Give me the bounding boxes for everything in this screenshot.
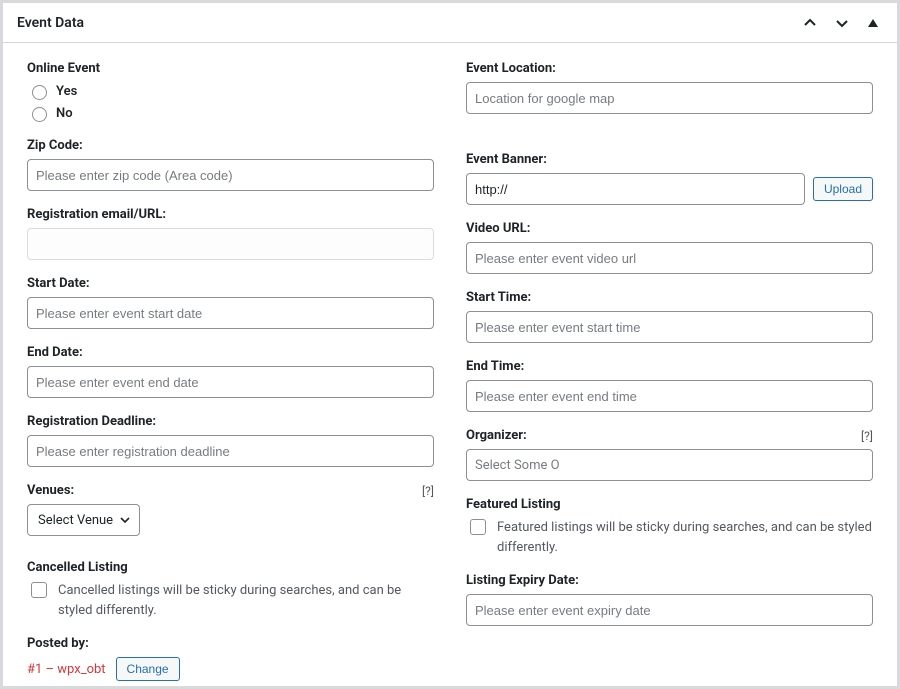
start-time-group: Start Time: bbox=[466, 290, 873, 343]
registration-input[interactable] bbox=[27, 228, 434, 260]
start-time-input[interactable] bbox=[466, 311, 873, 343]
right-column: Event Location: Event Banner: Upload Vid… bbox=[466, 61, 873, 687]
featured-checkbox[interactable] bbox=[470, 519, 486, 535]
chevron-down-icon bbox=[835, 16, 849, 30]
panel-title: Event Data bbox=[17, 15, 84, 31]
featured-label: Featured Listing bbox=[466, 497, 873, 512]
video-input[interactable] bbox=[466, 242, 873, 274]
online-no-row: No bbox=[27, 104, 434, 122]
panel-header-controls bbox=[799, 14, 883, 32]
featured-group: Featured Listing Featured listings will … bbox=[466, 497, 873, 557]
zip-group: Zip Code: bbox=[27, 138, 434, 191]
featured-text: Featured listings will be sticky during … bbox=[497, 518, 873, 557]
end-time-group: End Time: bbox=[466, 359, 873, 412]
location-group: Event Location: bbox=[466, 61, 873, 114]
posted-by-group: Posted by: #1 – wpx_obt Change bbox=[27, 636, 434, 681]
posted-by-value: #1 – wpx_obt bbox=[27, 662, 106, 677]
online-yes-radio[interactable] bbox=[32, 85, 47, 100]
online-no-radio[interactable] bbox=[32, 107, 47, 122]
organizer-group: Organizer: [?] Select Some O bbox=[466, 428, 873, 481]
organizer-select-value: Select Some O bbox=[475, 458, 560, 473]
venues-select-value: Select Venue bbox=[38, 513, 113, 528]
start-date-label: Start Date: bbox=[27, 276, 434, 291]
cancelled-text: Cancelled listings will be sticky during… bbox=[58, 581, 434, 620]
video-label: Video URL: bbox=[466, 221, 873, 236]
panel-header: Event Data bbox=[3, 3, 897, 43]
end-date-input[interactable] bbox=[27, 366, 434, 398]
venues-help[interactable]: [?] bbox=[422, 484, 434, 498]
chevron-down-icon bbox=[119, 514, 131, 526]
move-down-button[interactable] bbox=[831, 14, 853, 32]
zip-label: Zip Code: bbox=[27, 138, 434, 153]
event-data-panel: Event Data Online Event Yes bbox=[0, 0, 900, 689]
left-column: Online Event Yes No Zip Code: Registrati… bbox=[27, 61, 434, 687]
deadline-group: Registration Deadline: bbox=[27, 414, 434, 467]
banner-label: Event Banner: bbox=[466, 152, 873, 167]
chevron-up-icon bbox=[803, 16, 817, 30]
registration-group: Registration email/URL: bbox=[27, 207, 434, 260]
panel-body: Online Event Yes No Zip Code: Registrati… bbox=[3, 43, 897, 689]
location-input[interactable] bbox=[466, 82, 873, 114]
change-button[interactable]: Change bbox=[116, 657, 180, 681]
online-event-group: Online Event Yes No bbox=[27, 61, 434, 122]
triangle-up-icon bbox=[867, 17, 879, 29]
end-date-label: End Date: bbox=[27, 345, 434, 360]
banner-input[interactable] bbox=[466, 173, 805, 205]
deadline-label: Registration Deadline: bbox=[27, 414, 434, 429]
expiry-label: Listing Expiry Date: bbox=[466, 573, 873, 588]
expiry-input[interactable] bbox=[466, 594, 873, 626]
online-no-label: No bbox=[56, 106, 73, 121]
start-date-group: Start Date: bbox=[27, 276, 434, 329]
organizer-label: Organizer: bbox=[466, 428, 527, 443]
venues-group: Venues: [?] Select Venue bbox=[27, 483, 434, 536]
cancelled-checkbox[interactable] bbox=[31, 582, 47, 598]
cancelled-label: Cancelled Listing bbox=[27, 560, 434, 575]
video-group: Video URL: bbox=[466, 221, 873, 274]
venues-select[interactable]: Select Venue bbox=[27, 504, 140, 536]
venues-label: Venues: bbox=[27, 483, 74, 498]
location-label: Event Location: bbox=[466, 61, 873, 76]
start-date-input[interactable] bbox=[27, 297, 434, 329]
banner-group: Event Banner: Upload bbox=[466, 152, 873, 205]
organizer-label-row: Organizer: [?] bbox=[466, 428, 873, 443]
deadline-input[interactable] bbox=[27, 435, 434, 467]
upload-button[interactable]: Upload bbox=[813, 177, 873, 201]
move-up-button[interactable] bbox=[799, 14, 821, 32]
venues-label-row: Venues: [?] bbox=[27, 483, 434, 498]
end-date-group: End Date: bbox=[27, 345, 434, 398]
end-time-label: End Time: bbox=[466, 359, 873, 374]
start-time-label: Start Time: bbox=[466, 290, 873, 305]
online-yes-row: Yes bbox=[27, 82, 434, 100]
posted-by-label: Posted by: bbox=[27, 636, 434, 651]
organizer-help[interactable]: [?] bbox=[861, 429, 873, 443]
registration-label: Registration email/URL: bbox=[27, 207, 434, 222]
expiry-group: Listing Expiry Date: bbox=[466, 573, 873, 626]
online-yes-label: Yes bbox=[56, 84, 77, 99]
end-time-input[interactable] bbox=[466, 380, 873, 412]
collapse-toggle-button[interactable] bbox=[863, 15, 883, 31]
organizer-select[interactable]: Select Some O bbox=[466, 449, 873, 481]
online-event-label: Online Event bbox=[27, 61, 434, 76]
cancelled-group: Cancelled Listing Cancelled listings wil… bbox=[27, 560, 434, 620]
zip-input[interactable] bbox=[27, 159, 434, 191]
